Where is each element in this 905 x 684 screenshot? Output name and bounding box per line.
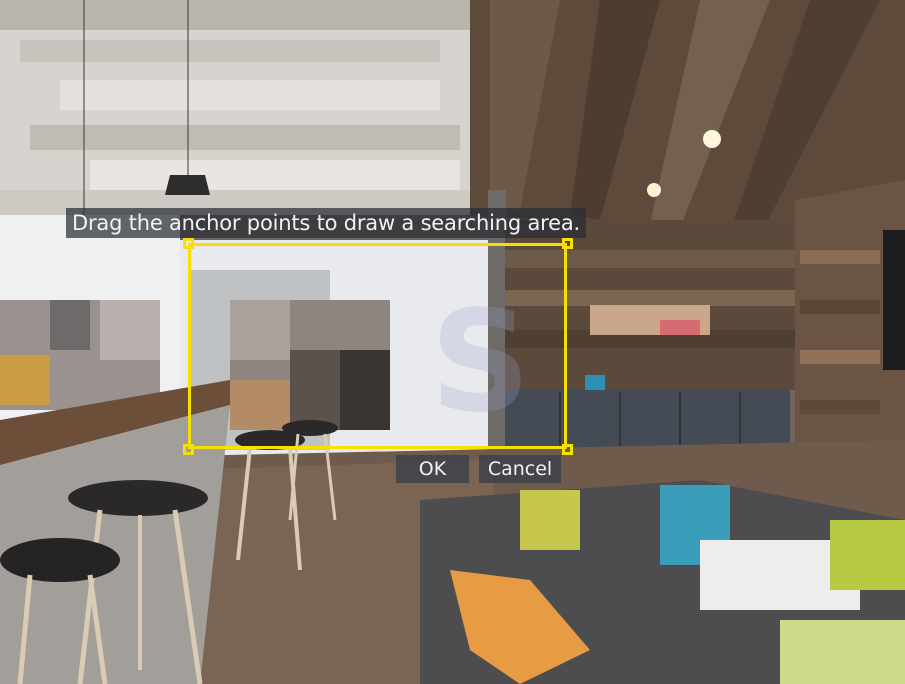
cancel-button[interactable]: Cancel bbox=[479, 455, 561, 483]
anchor-point-bottom-left[interactable] bbox=[183, 444, 194, 455]
search-area-hint: Drag the anchor points to draw a searchi… bbox=[66, 208, 586, 238]
search-area-rectangle[interactable] bbox=[188, 243, 567, 449]
anchor-point-top-right[interactable] bbox=[562, 238, 573, 249]
camera-viewport[interactable]: S Drag the anchor points to draw a searc… bbox=[0, 0, 905, 684]
anchor-point-top-left[interactable] bbox=[183, 238, 194, 249]
ok-button[interactable]: OK bbox=[396, 455, 469, 483]
anchor-point-bottom-right[interactable] bbox=[562, 444, 573, 455]
